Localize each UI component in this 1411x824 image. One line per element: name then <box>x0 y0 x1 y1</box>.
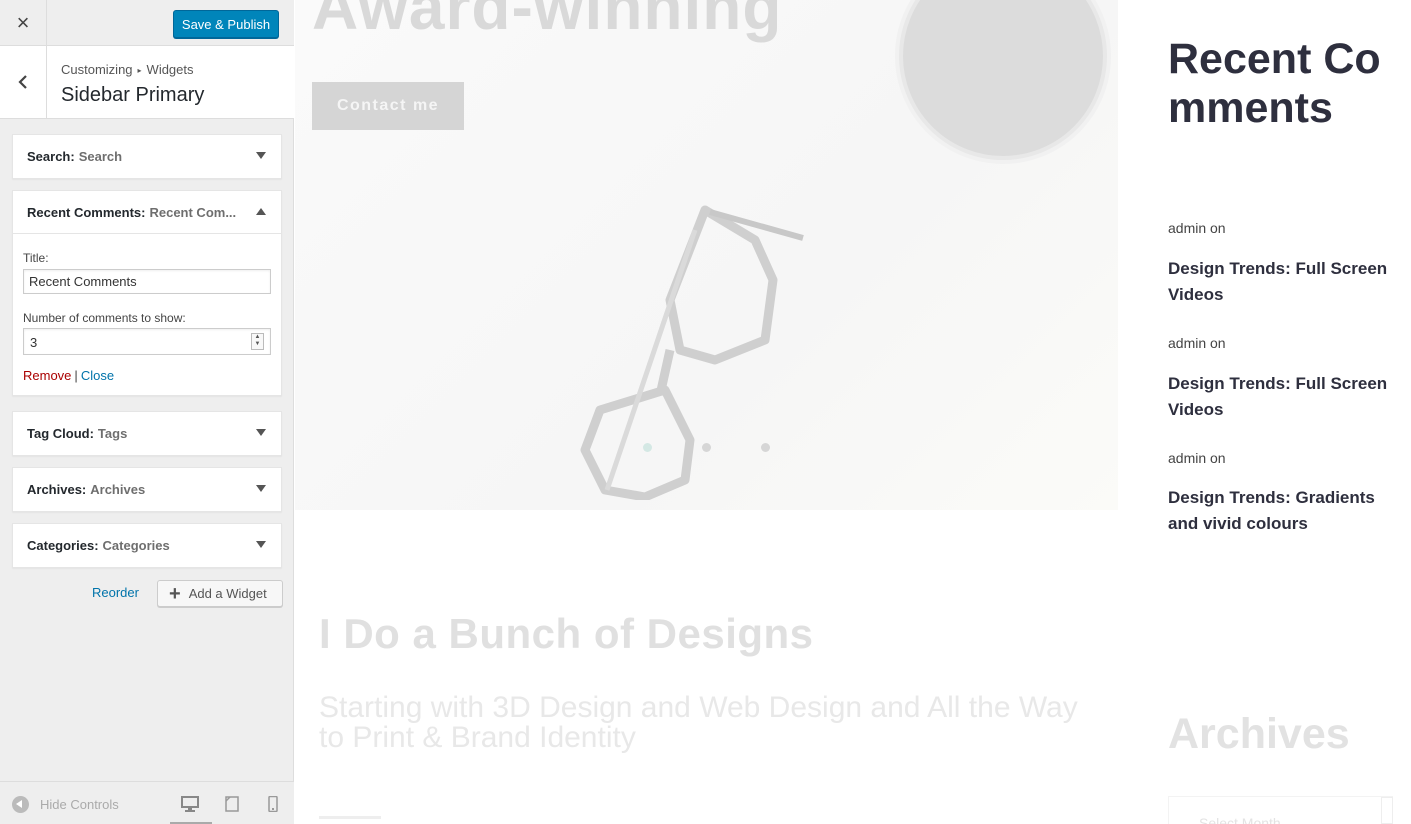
triangle-down-icon[interactable] <box>256 152 266 159</box>
widget-title: Categories <box>102 538 170 553</box>
widget-name: Archives: <box>27 482 87 497</box>
widget-archives: Archives: Archives <box>12 467 282 512</box>
tablet-preview-icon[interactable] <box>222 796 242 812</box>
widget-name: Tag Cloud: <box>27 426 94 441</box>
title-field-label: Title: <box>23 251 49 265</box>
collapse-arrow-icon <box>12 796 29 813</box>
widget-categories: Categories: Categories <box>12 523 282 568</box>
customizer-footer: Hide Controls <box>0 781 294 824</box>
select-arrow-icon <box>1381 797 1393 824</box>
comment-meta: admin on <box>1168 220 1226 236</box>
back-button[interactable] <box>0 46 47 118</box>
add-widget-button[interactable]: + Add a Widget <box>157 580 283 607</box>
archives-heading: Archives <box>1168 710 1350 758</box>
widget-archives-header[interactable]: Archives: Archives <box>13 468 281 511</box>
archive-month-select[interactable]: Select Month <box>1168 796 1393 824</box>
number-field-label: Number of comments to show: <box>23 311 186 325</box>
widget-tag-cloud: Tag Cloud: Tags <box>12 411 282 456</box>
widget-title: Tags <box>97 426 128 441</box>
section-title-bar: Customizing ▸ Widgets Sidebar Primary <box>0 46 294 119</box>
number-of-comments-value: 3 <box>30 335 38 350</box>
comment-post-link[interactable]: Design Trends: Full Screen Videos <box>1168 371 1408 423</box>
widget-tag-cloud-header[interactable]: Tag Cloud: Tags <box>13 412 281 455</box>
contact-me-button[interactable]: Contact me <box>312 82 464 130</box>
eyeglasses-image <box>580 205 804 500</box>
designs-subheading: Starting with 3D Design and Web Design a… <box>319 691 1078 754</box>
widget-categories-header[interactable]: Categories: Categories <box>13 524 281 567</box>
coffee-cup-image <box>899 0 1107 160</box>
widget-name: Search: <box>27 149 75 164</box>
hero-section: Award-winning Contact me <box>295 0 1118 510</box>
close-widget-link[interactable]: Close <box>81 368 114 383</box>
slider-dot-1[interactable] <box>643 443 652 452</box>
mobile-preview-icon[interactable] <box>263 796 283 812</box>
widget-search-header[interactable]: Search: Search <box>13 135 281 178</box>
breadcrumb-separator-icon: ▸ <box>137 66 142 75</box>
designs-heading: I Do a Bunch of Designs <box>319 610 814 657</box>
widget-title: Search <box>78 149 123 164</box>
desktop-preview-icon[interactable] <box>180 796 200 812</box>
number-stepper[interactable]: ▲ ▼ <box>251 333 264 350</box>
triangle-down-icon[interactable] <box>256 429 266 436</box>
widget-title: Recent Com... <box>149 204 237 220</box>
customizer-header: × Save & Publish <box>0 0 294 46</box>
widget-recent-comments-header[interactable]: Recent Comments: Recent Com... <box>13 191 281 234</box>
hide-controls-button[interactable]: Hide Controls <box>12 796 119 813</box>
panel-title: Sidebar Primary <box>61 84 205 106</box>
widget-name: Recent Comments: <box>27 204 146 220</box>
title-field[interactable] <box>23 269 271 294</box>
add-widget-label: Add a Widget <box>188 586 267 601</box>
plus-icon: + <box>169 582 181 605</box>
hide-controls-label: Hide Controls <box>40 797 119 812</box>
comment-meta: admin on <box>1168 450 1226 466</box>
breadcrumb: Customizing ▸ Widgets <box>61 62 194 77</box>
section-divider <box>319 816 381 819</box>
slider-dot-3[interactable] <box>761 443 770 452</box>
widget-form: Title: Number of comments to show: 3 ▲▼ … <box>13 251 281 383</box>
site-preview: Award-winning Contact me I Do a Bunch of… <box>295 0 1411 824</box>
widget-search: Search: Search <box>12 134 282 179</box>
widget-recent-comments: Recent Comments: Recent Com... Title: Nu… <box>12 190 282 396</box>
comment-post-link[interactable]: Design Trends: Gradients and vivid colou… <box>1168 485 1408 537</box>
customizer-sidebar: × Save & Publish Customizing ▸ Widgets Sid… <box>0 0 294 824</box>
breadcrumb-root: Customizing <box>61 62 133 77</box>
hero-heading: Award-winning <box>312 0 783 43</box>
triangle-down-icon[interactable] <box>256 485 266 492</box>
remove-widget-link[interactable]: Remove <box>23 368 71 383</box>
save-publish-button[interactable]: Save & Publish <box>173 10 279 38</box>
widget-name: Categories: <box>27 538 99 553</box>
close-customizer-button[interactable]: × <box>0 0 47 46</box>
comment-meta: admin on <box>1168 335 1226 351</box>
breadcrumb-section: Widgets <box>146 62 194 77</box>
number-of-comments-field[interactable]: 3 ▲ ▼ <box>23 328 271 355</box>
widget-title: Archives <box>90 482 146 497</box>
chevron-left-icon <box>18 75 27 89</box>
slider-dot-2[interactable] <box>702 443 711 452</box>
comment-post-link[interactable]: Design Trends: Full Screen Videos <box>1168 256 1408 308</box>
widget-actions: Remove | Close <box>23 368 271 383</box>
reorder-widgets-link[interactable]: Reorder <box>92 585 139 600</box>
triangle-down-icon[interactable] <box>256 541 266 548</box>
action-separator: | <box>74 368 78 383</box>
triangle-up-icon[interactable] <box>256 208 266 215</box>
close-icon: × <box>16 10 30 35</box>
recent-comments-heading: Recent Comments <box>1168 35 1381 132</box>
